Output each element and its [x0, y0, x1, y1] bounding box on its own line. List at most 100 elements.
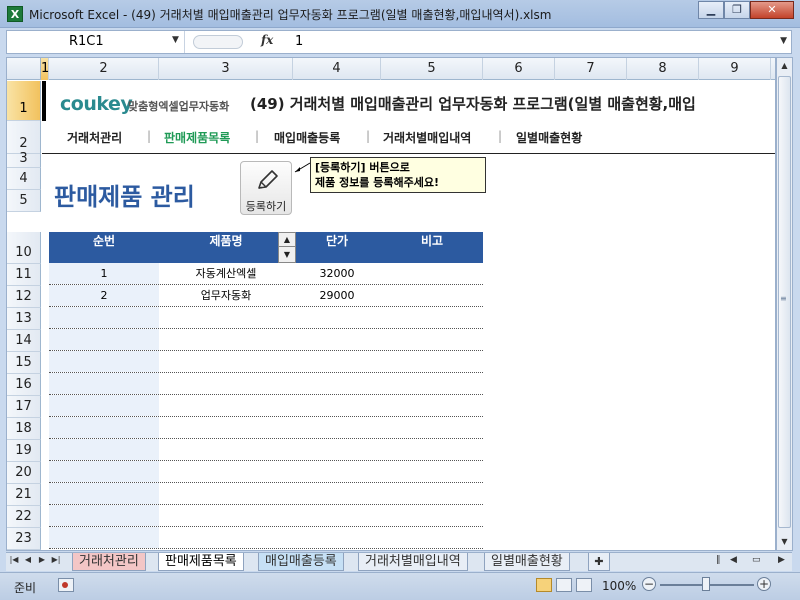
row-header-24[interactable]: 24	[7, 550, 41, 551]
row-header-4[interactable]: 4	[7, 168, 41, 190]
cell-no[interactable]	[49, 527, 159, 548]
hscroll-right-icon[interactable]: ▶	[778, 555, 785, 565]
insert-function-icon[interactable]: fx	[261, 33, 273, 47]
row-header-13[interactable]: 13	[7, 308, 41, 330]
scroll-down-icon[interactable]: ▼	[777, 534, 792, 550]
row-header-20[interactable]: 20	[7, 462, 41, 484]
row-header-11[interactable]: 11	[7, 264, 41, 286]
cell-name[interactable]	[159, 307, 293, 328]
row-header-19[interactable]: 19	[7, 440, 41, 462]
row-header-14[interactable]: 14	[7, 330, 41, 352]
cell-price[interactable]	[293, 351, 381, 372]
cell-price[interactable]	[293, 307, 381, 328]
cell-name[interactable]	[159, 483, 293, 504]
zoom-slider-knob[interactable]	[702, 577, 710, 591]
last-sheet-icon[interactable]: ▶|	[50, 555, 62, 564]
column-header-8[interactable]: 8	[627, 58, 699, 80]
normal-view-icon[interactable]	[536, 578, 552, 592]
column-header-3[interactable]: 3	[159, 58, 293, 80]
cell-price[interactable]	[293, 483, 381, 504]
cell-note[interactable]	[381, 285, 483, 306]
cell-no[interactable]: 2	[49, 285, 159, 306]
name-box-value[interactable]: R1C1	[69, 34, 104, 49]
restore-button[interactable]: ❐	[724, 1, 750, 19]
cell-note[interactable]	[381, 417, 483, 438]
cell-name[interactable]	[159, 373, 293, 394]
cell-note[interactable]	[381, 395, 483, 416]
row-header-23[interactable]: 23	[7, 528, 41, 550]
cell-note[interactable]	[381, 351, 483, 372]
cell-name[interactable]	[159, 395, 293, 416]
name-box-dropdown-icon[interactable]: ▼	[172, 35, 179, 45]
column-header-6[interactable]: 6	[483, 58, 555, 80]
nav-link-purchase-sales-entry[interactable]: 매입매출등록	[274, 129, 340, 146]
zoom-out-icon[interactable]: −	[642, 577, 656, 591]
cell-no[interactable]	[49, 417, 159, 438]
row-header-21[interactable]: 21	[7, 484, 41, 506]
cell-no[interactable]	[49, 373, 159, 394]
cell-price[interactable]: 29000	[293, 285, 381, 306]
cell-price[interactable]	[293, 395, 381, 416]
name-box[interactable]: R1C1 ▼	[7, 31, 185, 53]
nav-link-clients[interactable]: 거래처관리	[67, 129, 122, 146]
sheet-tab-purchase-sales-entry[interactable]: 매입매출등록	[258, 553, 344, 571]
cell-no[interactable]	[49, 307, 159, 328]
column-header-4[interactable]: 4	[293, 58, 381, 80]
cell-no[interactable]	[49, 351, 159, 372]
row-header-10[interactable]: 10	[7, 232, 41, 264]
hscroll-split-icon[interactable]: ‖	[716, 555, 721, 565]
sheet-tab-clients[interactable]: 거래처관리	[72, 553, 146, 571]
cell-price[interactable]	[293, 439, 381, 460]
formula-input[interactable]: 1	[295, 34, 303, 49]
cell-no[interactable]: 1	[49, 263, 159, 284]
vertical-scrollbar[interactable]: ▲ ≡ ▼	[776, 57, 793, 551]
cell-price[interactable]	[293, 329, 381, 350]
column-header-2[interactable]: 2	[49, 58, 159, 80]
page-layout-view-icon[interactable]	[556, 578, 572, 592]
cell-no[interactable]	[49, 439, 159, 460]
column-header-7[interactable]: 7	[555, 58, 627, 80]
cell-no[interactable]	[49, 461, 159, 482]
cell-price[interactable]	[293, 461, 381, 482]
close-button[interactable]: ✕	[750, 1, 794, 19]
sheet-tab-daily-sales[interactable]: 일별매출현황	[484, 553, 570, 571]
sheet-tab-products[interactable]: 판매제품목록	[158, 553, 244, 571]
cell-name[interactable]	[159, 417, 293, 438]
spin-up-icon[interactable]: ▲	[279, 233, 295, 247]
prev-sheet-icon[interactable]: ◀	[22, 555, 34, 564]
macro-record-icon[interactable]	[58, 578, 74, 592]
cell-name[interactable]	[159, 351, 293, 372]
cell-note[interactable]	[381, 263, 483, 284]
hscroll-thumb-icon[interactable]: ▭	[752, 555, 761, 565]
cell-name[interactable]	[159, 329, 293, 350]
cell-note[interactable]	[381, 461, 483, 482]
column-header-5[interactable]: 5	[381, 58, 483, 80]
nav-link-products[interactable]: 판매제품목록	[164, 129, 230, 146]
cell-name[interactable]	[159, 505, 293, 526]
excel-app-icon[interactable]: X	[7, 6, 23, 22]
sheet-tab-purchase-by-client[interactable]: 거래처별매입내역	[358, 553, 468, 571]
cell-note[interactable]	[381, 483, 483, 504]
insert-sheet-icon[interactable]: ✚	[588, 553, 610, 571]
zoom-level[interactable]: 100%	[602, 579, 636, 593]
row-header-12[interactable]: 12	[7, 286, 41, 308]
worksheet-grid[interactable]: 1 2 3 4 5 6 7 8 9 1 2 3 4 5 10 11 12 13 …	[6, 57, 776, 551]
scroll-up-icon[interactable]: ▲	[777, 58, 792, 74]
hscroll-left-icon[interactable]: ◀	[730, 555, 737, 565]
cell-note[interactable]	[381, 373, 483, 394]
cell-price[interactable]: 32000	[293, 263, 381, 284]
next-sheet-icon[interactable]: ▶	[36, 555, 48, 564]
cell-no[interactable]	[49, 395, 159, 416]
cell-price[interactable]	[293, 373, 381, 394]
cell-name[interactable]	[159, 461, 293, 482]
cell-note[interactable]	[381, 439, 483, 460]
register-button[interactable]: 등록하기	[240, 161, 292, 215]
cell-name[interactable]: 업무자동화	[159, 285, 293, 306]
row-header-1[interactable]: 1	[7, 81, 41, 121]
expand-formula-bar-icon[interactable]: ▼	[780, 36, 787, 46]
zoom-in-icon[interactable]: +	[757, 577, 771, 591]
column-header-9[interactable]: 9	[699, 58, 771, 80]
row-header-16[interactable]: 16	[7, 374, 41, 396]
cell-note[interactable]	[381, 307, 483, 328]
cell-note[interactable]	[381, 329, 483, 350]
